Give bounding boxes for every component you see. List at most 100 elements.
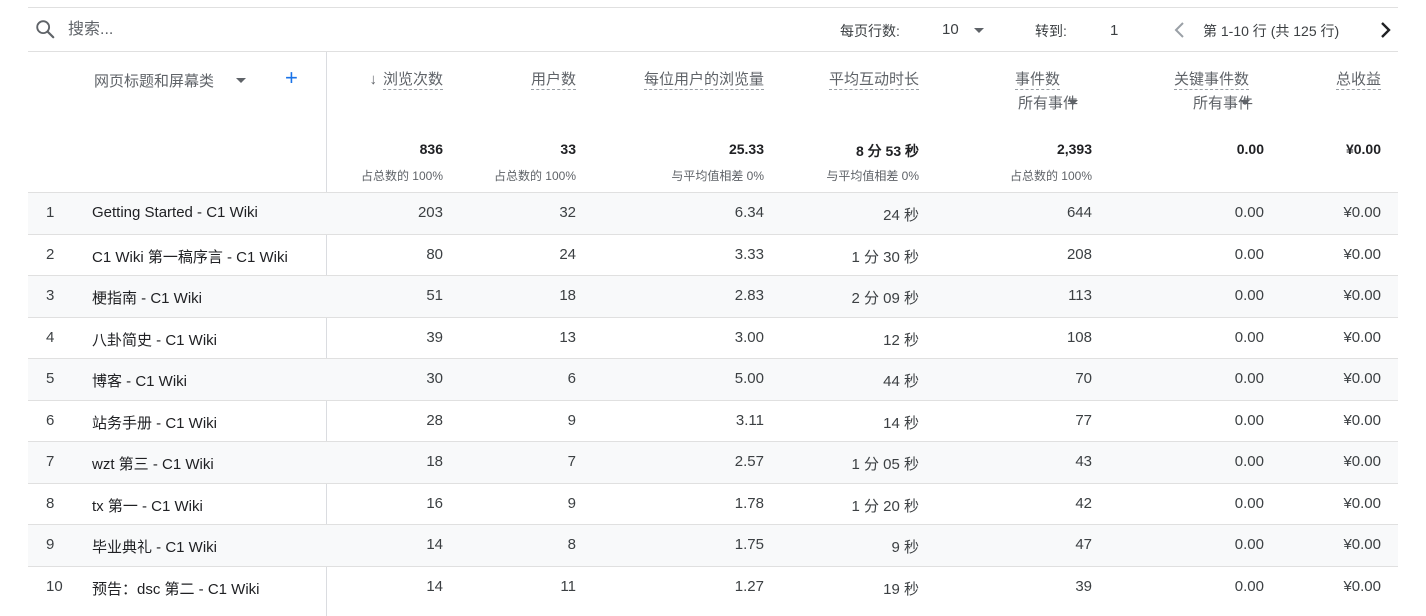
row-page-title[interactable]: wzt 第三 - C1 Wiki xyxy=(92,453,214,474)
row-views-per-user: 5.00 xyxy=(734,370,764,387)
row-page-title[interactable]: 博客 - C1 Wiki xyxy=(92,370,187,391)
row-views-per-user: 3.11 xyxy=(735,411,764,429)
row-views-per-user: 2.57 xyxy=(734,453,764,470)
row-page-title[interactable]: 站务手册 - C1 Wiki xyxy=(92,412,217,433)
table-row[interactable]: 3 梗指南 - C1 Wiki 51 18 2.83 2 分 09 秒 113 … xyxy=(28,275,1398,317)
table-row[interactable]: 6 站务手册 - C1 Wiki 28 9 3.11 14 秒 77 0.00 … xyxy=(28,399,1398,442)
row-event-count: 47 xyxy=(1075,536,1092,553)
row-views: 51 xyxy=(426,287,443,304)
chevron-down-icon[interactable] xyxy=(236,78,246,83)
row-index: 1 xyxy=(46,204,55,221)
total-views: 836 xyxy=(419,141,443,157)
row-key-events: 0.00 xyxy=(1234,411,1264,429)
row-key-events: 0.00 xyxy=(1234,494,1264,512)
row-avg-engagement: 12 秒 xyxy=(883,331,919,349)
row-avg-engagement: 14 秒 xyxy=(883,414,919,432)
row-views-per-user: 3.33 xyxy=(734,245,764,263)
row-index: 4 xyxy=(46,328,55,346)
row-views: 30 xyxy=(426,370,443,387)
table-row[interactable]: 5 博客 - C1 Wiki 30 6 5.00 44 秒 70 0.00 ¥0… xyxy=(28,358,1398,400)
row-users: 32 xyxy=(559,204,576,221)
row-views: 80 xyxy=(426,245,443,263)
goto-page-input[interactable] xyxy=(1110,17,1150,43)
row-index: 9 xyxy=(46,536,55,553)
prev-page-button[interactable] xyxy=(1168,18,1192,42)
add-dimension-button[interactable]: + xyxy=(285,66,298,90)
header-views-per-user[interactable]: 每位用户的浏览量 xyxy=(643,68,764,90)
search-input[interactable] xyxy=(68,16,368,44)
table-row[interactable]: 2 C1 Wiki 第一稿序言 - C1 Wiki 80 24 3.33 1 分… xyxy=(28,233,1398,276)
row-users: 6 xyxy=(567,370,576,387)
row-views: 203 xyxy=(417,204,443,221)
row-avg-engagement: 1 分 05 秒 xyxy=(851,456,919,473)
goto-label: 转到: xyxy=(1035,23,1067,39)
row-users: 24 xyxy=(559,245,576,263)
rows-per-page-value: 10 xyxy=(942,21,959,38)
row-avg-engagement: 1 分 30 秒 xyxy=(851,248,919,266)
row-users: 13 xyxy=(559,328,576,346)
row-views-per-user: 1.78 xyxy=(734,494,764,512)
header-key-events[interactable]: 关键事件数 xyxy=(1173,68,1249,90)
chevron-down-icon xyxy=(974,28,984,33)
search-icon xyxy=(36,20,55,39)
row-key-events: 0.00 xyxy=(1234,245,1264,263)
row-revenue: ¥0.00 xyxy=(1343,287,1381,304)
row-page-title[interactable]: C1 Wiki 第一稿序言 - C1 Wiki xyxy=(92,246,288,267)
row-page-title[interactable]: Getting Started - C1 Wiki xyxy=(92,204,258,221)
row-revenue: ¥0.00 xyxy=(1343,204,1381,221)
row-views-per-user: 6.34 xyxy=(734,204,764,221)
row-event-count: 77 xyxy=(1075,411,1092,429)
row-views: 14 xyxy=(426,577,443,595)
row-key-events: 0.00 xyxy=(1234,536,1264,553)
row-key-events: 0.00 xyxy=(1234,453,1264,470)
row-revenue: ¥0.00 xyxy=(1343,494,1381,512)
row-users: 9 xyxy=(567,494,576,512)
total-views-per-user-sub: 与平均值相差 0% xyxy=(671,169,764,183)
row-page-title[interactable]: 毕业典礼 - C1 Wiki xyxy=(92,536,217,557)
row-views: 18 xyxy=(426,453,443,470)
row-views: 14 xyxy=(426,536,443,553)
row-users: 18 xyxy=(559,287,576,304)
row-avg-engagement: 24 秒 xyxy=(883,207,919,224)
table-row[interactable]: 1 Getting Started - C1 Wiki 203 32 6.34 … xyxy=(28,192,1398,234)
row-index: 6 xyxy=(46,411,55,429)
header-event-count[interactable]: 事件数 xyxy=(1014,68,1060,90)
chevron-down-icon[interactable] xyxy=(1068,100,1078,105)
row-views-per-user: 1.75 xyxy=(734,536,764,553)
header-avg-engagement[interactable]: 平均互动时长 xyxy=(828,68,919,90)
table-row[interactable]: 10 预告：dsc 第二 - C1 Wiki 14 11 1.27 19 秒 3… xyxy=(28,565,1398,608)
rows-per-page-select[interactable]: 10 xyxy=(940,17,990,43)
row-views: 28 xyxy=(426,411,443,429)
row-revenue: ¥0.00 xyxy=(1343,453,1381,470)
row-index: 8 xyxy=(46,494,55,512)
chevron-down-icon[interactable] xyxy=(1240,100,1250,105)
total-event-count-sub: 占总数的 100% xyxy=(1009,169,1092,183)
table-row[interactable]: 7 wzt 第三 - C1 Wiki 18 7 2.57 1 分 05 秒 43… xyxy=(28,441,1398,483)
row-users: 7 xyxy=(567,453,576,470)
header-revenue[interactable]: 总收益 xyxy=(1335,68,1381,90)
row-key-events: 0.00 xyxy=(1234,287,1264,304)
table-row[interactable]: 4 八卦简史 - C1 Wiki 39 13 3.00 12 秒 108 0.0… xyxy=(28,316,1398,359)
row-revenue: ¥0.00 xyxy=(1343,370,1381,387)
dimension-header[interactable]: 网页标题和屏幕类 xyxy=(94,70,214,91)
row-key-events: 0.00 xyxy=(1234,577,1264,595)
row-revenue: ¥0.00 xyxy=(1343,245,1381,263)
data-table: 网页标题和屏幕类 + ↓ 浏览次数 用户数 每位用户的浏览量 平均互动时长 事件数… xyxy=(28,52,1398,616)
row-page-title[interactable]: 八卦简史 - C1 Wiki xyxy=(92,329,217,350)
row-page-title[interactable]: 梗指南 - C1 Wiki xyxy=(92,287,202,308)
row-users: 8 xyxy=(567,536,576,553)
table-row[interactable]: 8 tx 第一 - C1 Wiki 16 9 1.78 1 分 20 秒 42 … xyxy=(28,482,1398,525)
row-avg-engagement: 1 分 20 秒 xyxy=(851,497,919,515)
row-revenue: ¥0.00 xyxy=(1343,411,1381,429)
row-page-title[interactable]: tx 第一 - C1 Wiki xyxy=(92,495,203,516)
row-avg-engagement: 19 秒 xyxy=(883,580,919,598)
header-views[interactable]: ↓ 浏览次数 xyxy=(369,68,443,90)
row-page-title[interactable]: 预告：dsc 第二 - C1 Wiki xyxy=(92,578,260,599)
table-row[interactable]: 9 毕业典礼 - C1 Wiki 14 8 1.75 9 秒 47 0.00 ¥… xyxy=(28,524,1398,566)
total-revenue: ¥0.00 xyxy=(1345,141,1381,157)
next-page-button[interactable] xyxy=(1373,18,1397,42)
header-users[interactable]: 用户数 xyxy=(530,68,576,90)
row-event-count: 644 xyxy=(1066,204,1092,221)
row-event-count: 43 xyxy=(1075,453,1092,470)
total-avg-engagement-sub: 与平均值相差 0% xyxy=(826,169,919,183)
